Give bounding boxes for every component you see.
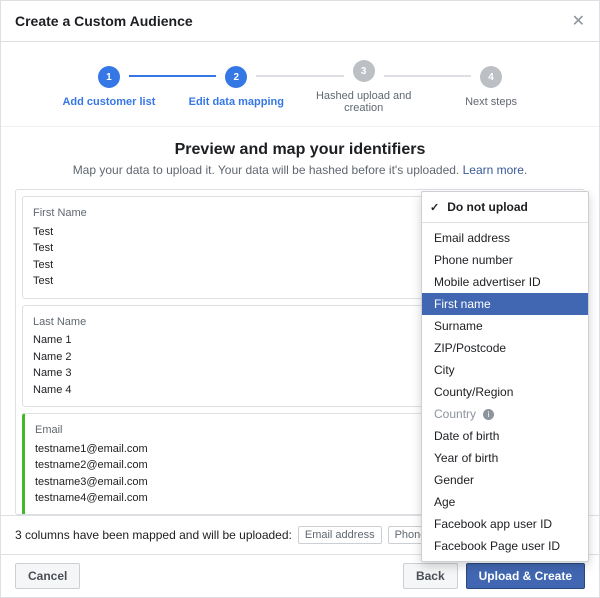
step-add-customer-list[interactable]: 1 Add customer list: [49, 66, 169, 108]
step-label: Hashed upload and creation: [304, 90, 424, 114]
column-header: First Name: [33, 205, 431, 222]
dropdown-item[interactable]: Facebook Page user ID: [422, 535, 588, 557]
back-button[interactable]: Back: [403, 563, 458, 589]
dropdown-item[interactable]: Facebook app user ID: [422, 513, 588, 535]
dropdown-item[interactable]: Surname: [422, 315, 588, 337]
section-subtitle: Map your data to upload it. Your data wi…: [15, 163, 585, 177]
step-circle: 1: [98, 66, 120, 88]
modal-header: Create a Custom Audience ✕: [1, 1, 599, 42]
close-icon[interactable]: ✕: [572, 11, 585, 31]
card-content: First Name Test Test Test Test: [33, 205, 431, 290]
step-edit-data-mapping[interactable]: 2 Edit data mapping: [176, 66, 296, 108]
dropdown-item[interactable]: Age: [422, 491, 588, 513]
dropdown-item[interactable]: Year of birth: [422, 447, 588, 469]
step-label: Add customer list: [62, 96, 155, 108]
dropdown-item[interactable]: City: [422, 359, 588, 381]
preview-row: Test: [33, 273, 431, 290]
step-circle: 2: [225, 66, 247, 88]
info-icon: i: [483, 409, 494, 420]
stepper: 1 Add customer list 2 Edit data mapping …: [1, 42, 599, 127]
dropdown-item[interactable]: Mobile advertiser ID: [422, 271, 588, 293]
dropdown-item[interactable]: ZIP/Postcode: [422, 337, 588, 359]
preview-row: Test: [33, 240, 431, 257]
dropdown-divider: [422, 222, 588, 223]
step-next-steps[interactable]: 4 Next steps: [431, 66, 551, 108]
section-title: Preview and map your identifiers: [15, 141, 585, 159]
dropdown-item[interactable]: Phone number: [422, 249, 588, 271]
preview-row: Test: [33, 224, 431, 241]
modal-create-custom-audience: Create a Custom Audience ✕ 1 Add custome…: [0, 0, 600, 598]
step-label: Edit data mapping: [189, 96, 284, 108]
dropdown-item[interactable]: County/Region: [422, 381, 588, 403]
dropdown-item-first-name[interactable]: First name: [422, 293, 588, 315]
dropdown-item-label: Country: [434, 407, 476, 421]
cancel-button[interactable]: Cancel: [15, 563, 80, 589]
modal-title: Create a Custom Audience: [15, 13, 193, 29]
step-label: Next steps: [465, 96, 517, 108]
mapping-dropdown[interactable]: Do not upload Email address Phone number…: [421, 191, 589, 562]
mapped-summary-text: 3 columns have been mapped and will be u…: [15, 528, 292, 542]
upload-create-button[interactable]: Upload & Create: [466, 563, 585, 589]
dropdown-item[interactable]: Date of birth: [422, 425, 588, 447]
learn-more-link[interactable]: Learn more: [463, 163, 524, 177]
step-circle: 4: [480, 66, 502, 88]
dropdown-item-country: Country i: [422, 403, 588, 425]
preview-row: Test: [33, 257, 431, 274]
step-circle: 3: [353, 60, 375, 82]
section-sub-text: Map your data to upload it. Your data wi…: [73, 163, 460, 177]
step-hashed-upload[interactable]: 3 Hashed upload and creation: [304, 60, 424, 114]
dropdown-item-do-not-upload[interactable]: Do not upload: [422, 196, 588, 218]
dropdown-item[interactable]: Email address: [422, 227, 588, 249]
mapped-chip: Email address: [298, 526, 382, 544]
dropdown-item[interactable]: Gender: [422, 469, 588, 491]
